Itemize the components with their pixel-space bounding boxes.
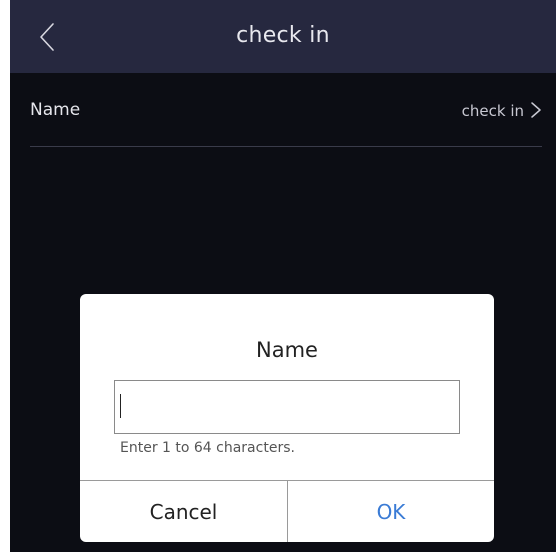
- row-value: check in: [461, 102, 524, 120]
- settings-row-name[interactable]: Name check in: [30, 97, 546, 145]
- app-screen: check in Name check in Name Enter 1 to 6…: [10, 0, 556, 552]
- input-hint: Enter 1 to 64 characters.: [120, 440, 295, 456]
- name-input[interactable]: [114, 380, 460, 434]
- chevron-right-icon: [531, 102, 541, 118]
- name-dialog: Name Enter 1 to 64 characters. Cancel OK: [80, 294, 494, 542]
- cancel-button[interactable]: Cancel: [80, 481, 287, 542]
- row-divider: [30, 146, 542, 147]
- header-bar: check in: [10, 0, 556, 73]
- page-title: check in: [236, 23, 330, 48]
- text-caret: [120, 394, 121, 418]
- ok-button[interactable]: OK: [288, 481, 494, 542]
- row-label: Name: [30, 100, 81, 120]
- dialog-title: Name: [256, 338, 318, 362]
